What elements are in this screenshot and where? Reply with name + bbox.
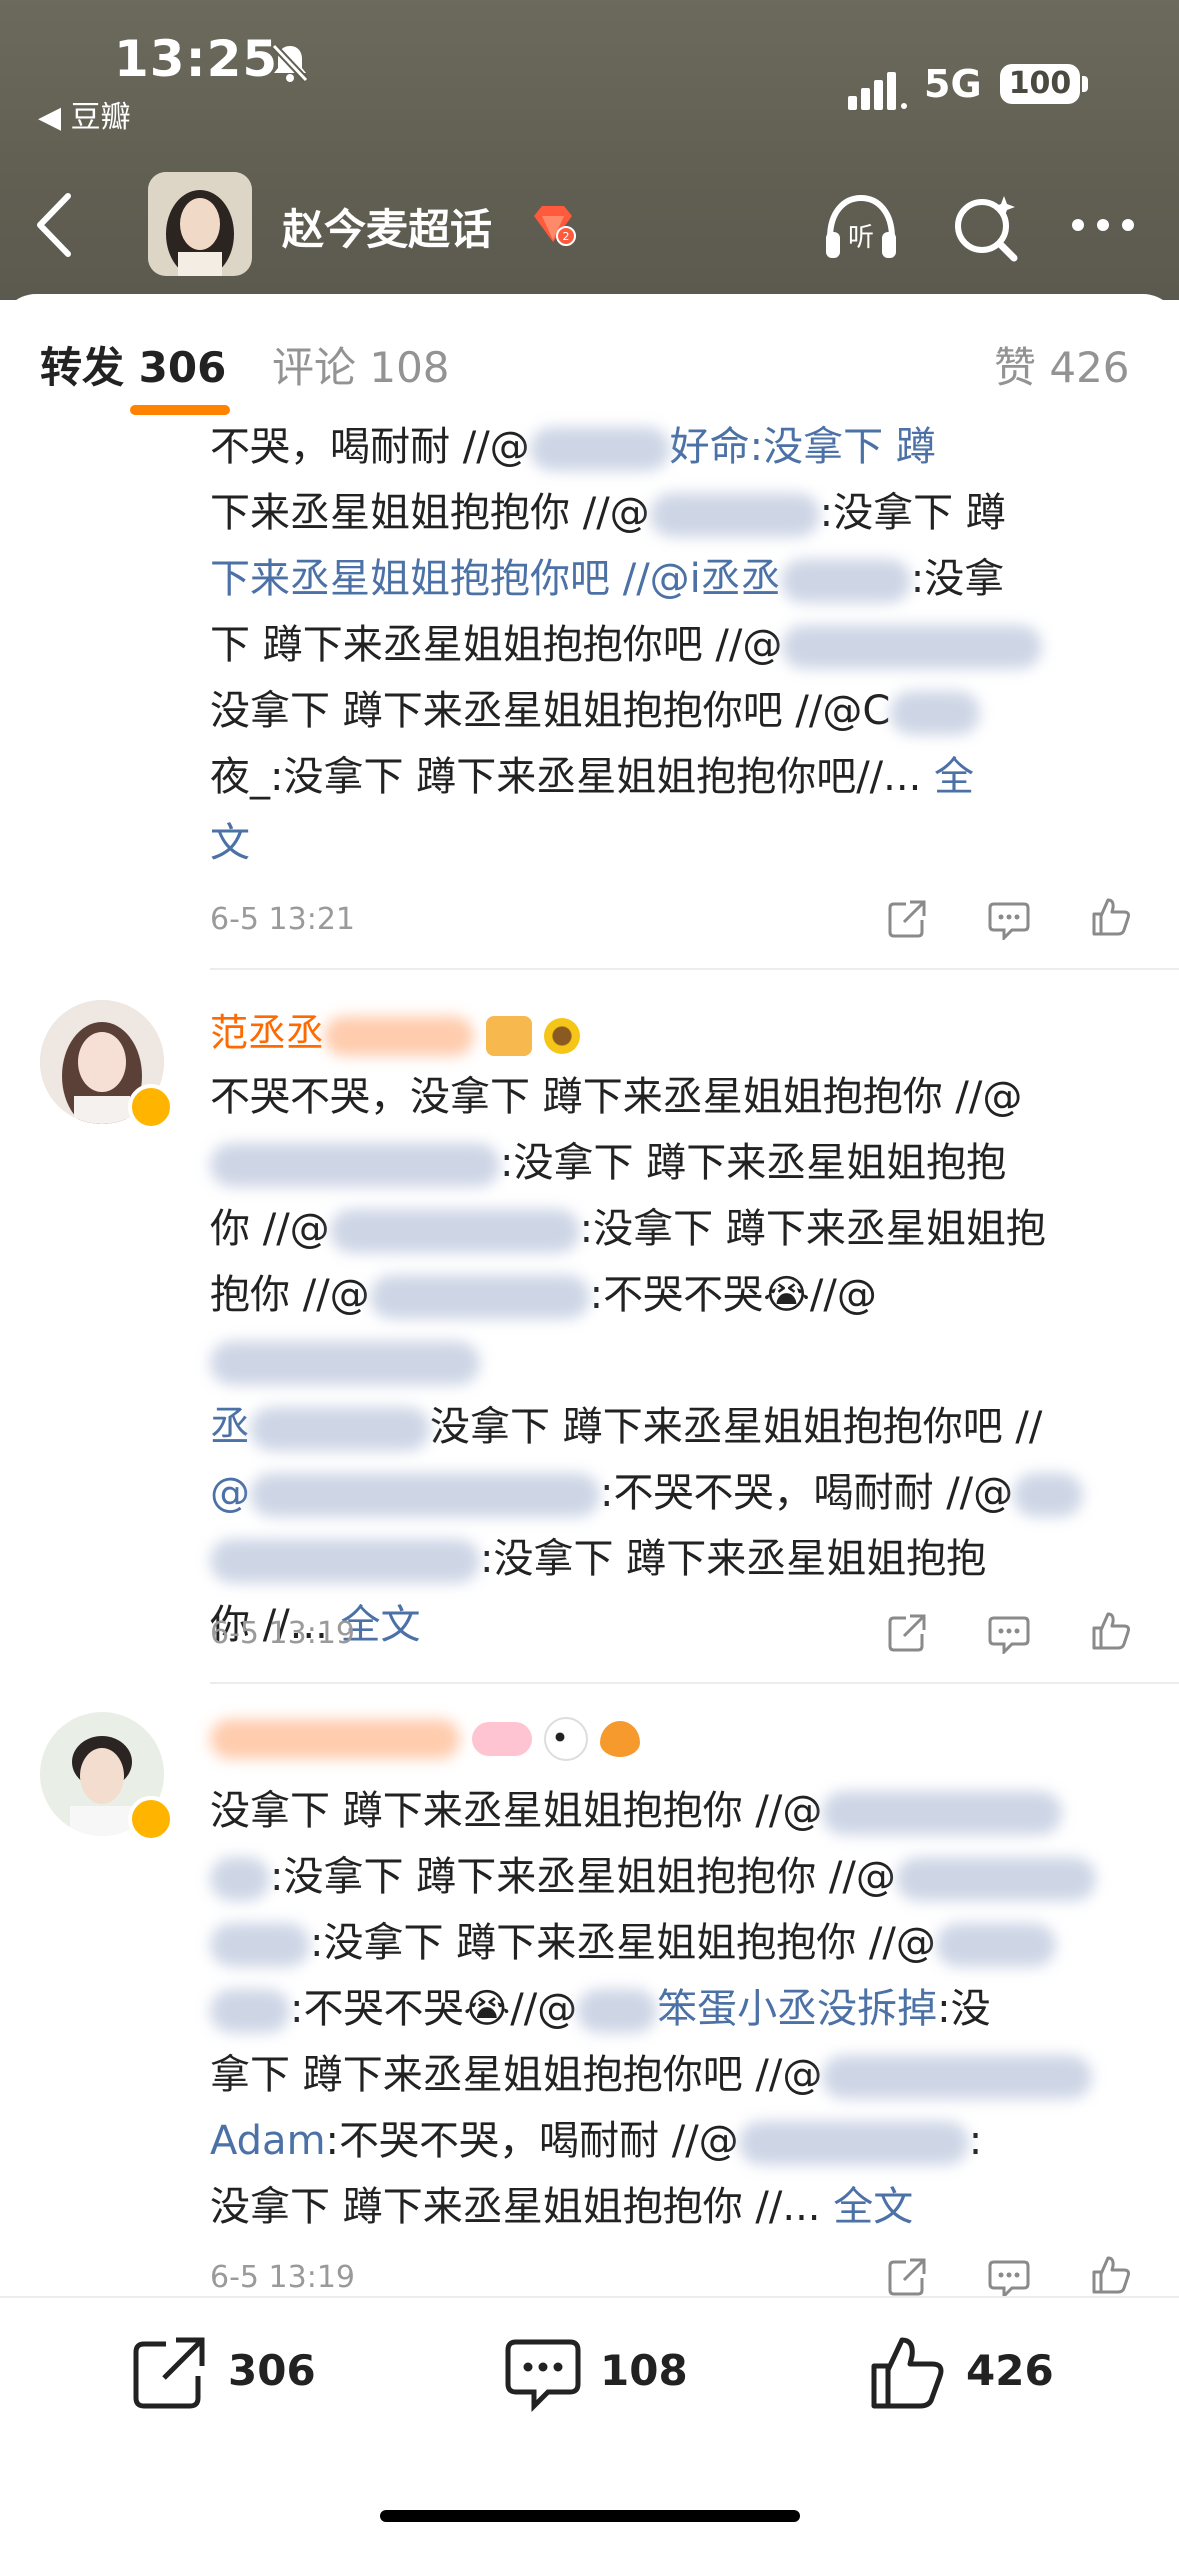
comment-icon[interactable] [988,898,1030,940]
search-icon[interactable] [948,190,1026,268]
svg-text:2: 2 [563,230,570,243]
network-type: 5G [924,62,982,106]
repost-icon[interactable] [886,898,928,940]
repost-icon[interactable] [130,2334,208,2412]
status-time: 13:25 [114,30,279,88]
back-to-app-link[interactable]: ◀ 豆瓣 [38,92,131,136]
comment-icon[interactable] [988,1612,1030,1654]
comment-icon[interactable] [504,2334,582,2412]
fish-icon [600,1720,641,1757]
bell-off-icon [271,43,309,83]
repost-count[interactable]: 306 [228,2346,316,2395]
listen-icon[interactable]: 听 [820,186,902,268]
like-icon[interactable] [868,2334,946,2412]
sunflower-icon [544,1017,581,1054]
like-icon[interactable] [1090,896,1132,938]
post-time: 6-5 13:19 [210,1616,355,1651]
comment-icon[interactable] [988,2256,1030,2298]
panda-icon [544,1716,589,1761]
post-divider [210,968,1179,970]
like-icon[interactable] [1090,2254,1132,2296]
repost-text: 没拿下 蹲下来丞星姐姐抱抱你 //@ :没拿下 蹲下来丞星姐姐抱抱你 //@ :… [210,1778,1110,2240]
page-title: 赵今麦超话 [282,205,493,254]
username[interactable] [210,1714,641,1761]
more-icon[interactable] [1068,214,1138,236]
repost-text: 不哭，喝耐耐 //@ 好命:没拿下 蹲 下来丞星姐姐抱抱你 //@:没拿下 蹲 下… [210,414,1110,876]
svg-text:听: 听 [848,223,874,253]
battery-tip [1082,76,1088,92]
level-badge-icon: 2 [534,206,576,246]
back-arrow-icon[interactable] [32,190,80,260]
level-badge-icon [472,1721,533,1756]
repost-icon[interactable] [886,2256,928,2298]
username[interactable]: 范丞丞 [210,1002,581,1057]
signal-icon [848,72,907,110]
verified-badge-icon [128,1796,174,1842]
repost-icon[interactable] [886,1612,928,1654]
comment-count[interactable]: 108 [600,2346,688,2395]
supertopic-avatar[interactable] [148,172,252,276]
expand-link[interactable]: 全 [934,754,974,800]
post-time: 6-5 13:19 [210,2260,355,2295]
home-indicator [380,2510,800,2522]
crown-badge-icon [486,1015,533,1056]
tab-comment[interactable]: 评论 108 [272,334,450,395]
verified-badge-icon [128,1084,174,1130]
like-count[interactable]: 426 [966,2346,1054,2395]
tab-like[interactable]: 赞 426 [994,334,1130,395]
repost-text: 不哭不哭，没拿下 蹲下来丞星姐姐抱抱你 //@ :没拿下 蹲下来丞星姐姐抱抱 你… [210,1064,1110,1658]
post-time: 6-5 13:21 [210,902,355,937]
expand-link[interactable]: 全文 [833,2184,913,2230]
tab-repost[interactable]: 转发 306 [40,334,226,395]
like-icon[interactable] [1090,1610,1132,1652]
battery-level: 100 [1000,64,1080,104]
post-divider [210,1682,1179,1684]
expand-link-cont[interactable]: 文 [210,820,250,866]
